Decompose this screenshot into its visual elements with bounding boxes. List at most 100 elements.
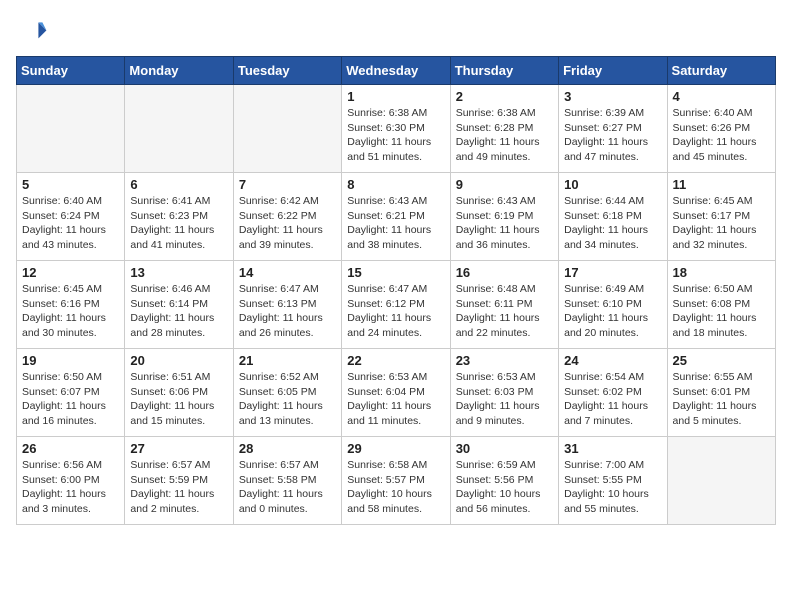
weekday-header: Saturday: [667, 57, 775, 85]
day-number: 15: [347, 265, 444, 280]
day-info: Sunrise: 6:57 AM Sunset: 5:59 PM Dayligh…: [130, 458, 227, 517]
day-number: 10: [564, 177, 661, 192]
day-info: Sunrise: 6:40 AM Sunset: 6:24 PM Dayligh…: [22, 194, 119, 253]
calendar-cell: 10 Sunrise: 6:44 AM Sunset: 6:18 PM Dayli…: [559, 173, 667, 261]
calendar-cell: 30 Sunrise: 6:59 AM Sunset: 5:56 PM Dayli…: [450, 437, 558, 525]
day-info: Sunrise: 6:47 AM Sunset: 6:12 PM Dayligh…: [347, 282, 444, 341]
day-info: Sunrise: 6:57 AM Sunset: 5:58 PM Dayligh…: [239, 458, 336, 517]
day-number: 11: [673, 177, 770, 192]
calendar-cell: 6Sunrise: 6:41 AM Sunset: 6:23 PM Daylig…: [125, 173, 233, 261]
calendar-cell: 9 Sunrise: 6:43 AM Sunset: 6:19 PM Daylig…: [450, 173, 558, 261]
calendar-cell: 14 Sunrise: 6:47 AM Sunset: 6:13 PM Dayli…: [233, 261, 341, 349]
day-number: 27: [130, 441, 227, 456]
page-header: [16, 16, 776, 48]
day-number: 3: [564, 89, 661, 104]
calendar-cell: 31 Sunrise: 7:00 AM Sunset: 5:55 PM Dayli…: [559, 437, 667, 525]
day-number: 22: [347, 353, 444, 368]
day-info: Sunrise: 6:39 AM Sunset: 6:27 PM Dayligh…: [564, 106, 661, 165]
calendar-cell: 15 Sunrise: 6:47 AM Sunset: 6:12 PM Dayli…: [342, 261, 450, 349]
day-number: 20: [130, 353, 227, 368]
day-info: Sunrise: 6:48 AM Sunset: 6:11 PM Dayligh…: [456, 282, 553, 341]
calendar-week-row: 19 Sunrise: 6:50 AM Sunset: 6:07 PM Dayli…: [17, 349, 776, 437]
calendar-cell: 3 Sunrise: 6:39 AM Sunset: 6:27 PM Daylig…: [559, 85, 667, 173]
day-info: Sunrise: 6:45 AM Sunset: 6:16 PM Dayligh…: [22, 282, 119, 341]
day-number: 14: [239, 265, 336, 280]
day-number: 16: [456, 265, 553, 280]
day-number: 9: [456, 177, 553, 192]
logo-icon: [16, 16, 48, 48]
day-info: Sunrise: 6:49 AM Sunset: 6:10 PM Dayligh…: [564, 282, 661, 341]
calendar-cell: 27 Sunrise: 6:57 AM Sunset: 5:59 PM Dayli…: [125, 437, 233, 525]
calendar-cell: 13 Sunrise: 6:46 AM Sunset: 6:14 PM Dayli…: [125, 261, 233, 349]
calendar-cell: [125, 85, 233, 173]
calendar-cell: 28 Sunrise: 6:57 AM Sunset: 5:58 PM Dayli…: [233, 437, 341, 525]
day-info: Sunrise: 6:45 AM Sunset: 6:17 PM Dayligh…: [673, 194, 770, 253]
day-number: 28: [239, 441, 336, 456]
weekday-header: Thursday: [450, 57, 558, 85]
day-info: Sunrise: 6:51 AM Sunset: 6:06 PM Dayligh…: [130, 370, 227, 429]
day-info: Sunrise: 6:44 AM Sunset: 6:18 PM Dayligh…: [564, 194, 661, 253]
day-info: Sunrise: 6:38 AM Sunset: 6:30 PM Dayligh…: [347, 106, 444, 165]
calendar-week-row: 12 Sunrise: 6:45 AM Sunset: 6:16 PM Dayli…: [17, 261, 776, 349]
day-number: 26: [22, 441, 119, 456]
day-number: 19: [22, 353, 119, 368]
weekday-header: Monday: [125, 57, 233, 85]
calendar-cell: 18 Sunrise: 6:50 AM Sunset: 6:08 PM Dayli…: [667, 261, 775, 349]
calendar-cell: 11 Sunrise: 6:45 AM Sunset: 6:17 PM Dayli…: [667, 173, 775, 261]
day-info: Sunrise: 7:00 AM Sunset: 5:55 PM Dayligh…: [564, 458, 661, 517]
day-number: 30: [456, 441, 553, 456]
day-info: Sunrise: 6:58 AM Sunset: 5:57 PM Dayligh…: [347, 458, 444, 517]
day-number: 6: [130, 177, 227, 192]
calendar-cell: 29 Sunrise: 6:58 AM Sunset: 5:57 PM Dayli…: [342, 437, 450, 525]
calendar-cell: 17 Sunrise: 6:49 AM Sunset: 6:10 PM Dayli…: [559, 261, 667, 349]
day-info: Sunrise: 6:59 AM Sunset: 5:56 PM Dayligh…: [456, 458, 553, 517]
day-number: 5: [22, 177, 119, 192]
calendar-cell: 8Sunrise: 6:43 AM Sunset: 6:21 PM Daylig…: [342, 173, 450, 261]
day-info: Sunrise: 6:50 AM Sunset: 6:08 PM Dayligh…: [673, 282, 770, 341]
weekday-header: Tuesday: [233, 57, 341, 85]
day-number: 12: [22, 265, 119, 280]
day-number: 23: [456, 353, 553, 368]
calendar-cell: 20 Sunrise: 6:51 AM Sunset: 6:06 PM Dayli…: [125, 349, 233, 437]
day-number: 17: [564, 265, 661, 280]
weekday-header: Sunday: [17, 57, 125, 85]
day-info: Sunrise: 6:56 AM Sunset: 6:00 PM Dayligh…: [22, 458, 119, 517]
weekday-header: Friday: [559, 57, 667, 85]
calendar-cell: 7 Sunrise: 6:42 AM Sunset: 6:22 PM Daylig…: [233, 173, 341, 261]
calendar-cell: 2 Sunrise: 6:38 AM Sunset: 6:28 PM Daylig…: [450, 85, 558, 173]
day-number: 18: [673, 265, 770, 280]
day-info: Sunrise: 6:46 AM Sunset: 6:14 PM Dayligh…: [130, 282, 227, 341]
day-info: Sunrise: 6:52 AM Sunset: 6:05 PM Dayligh…: [239, 370, 336, 429]
day-number: 29: [347, 441, 444, 456]
day-info: Sunrise: 6:40 AM Sunset: 6:26 PM Dayligh…: [673, 106, 770, 165]
calendar-week-row: 26 Sunrise: 6:56 AM Sunset: 6:00 PM Dayli…: [17, 437, 776, 525]
calendar-cell: 25Sunrise: 6:55 AM Sunset: 6:01 PM Dayli…: [667, 349, 775, 437]
day-number: 2: [456, 89, 553, 104]
day-info: Sunrise: 6:53 AM Sunset: 6:03 PM Dayligh…: [456, 370, 553, 429]
day-number: 31: [564, 441, 661, 456]
day-number: 13: [130, 265, 227, 280]
logo: [16, 16, 52, 48]
calendar-week-row: 1 Sunrise: 6:38 AM Sunset: 6:30 PM Daylig…: [17, 85, 776, 173]
day-info: Sunrise: 6:42 AM Sunset: 6:22 PM Dayligh…: [239, 194, 336, 253]
calendar-cell: [17, 85, 125, 173]
calendar-cell: 26 Sunrise: 6:56 AM Sunset: 6:00 PM Dayli…: [17, 437, 125, 525]
calendar-cell: 1 Sunrise: 6:38 AM Sunset: 6:30 PM Daylig…: [342, 85, 450, 173]
day-number: 1: [347, 89, 444, 104]
day-info: Sunrise: 6:50 AM Sunset: 6:07 PM Dayligh…: [22, 370, 119, 429]
day-info: Sunrise: 6:38 AM Sunset: 6:28 PM Dayligh…: [456, 106, 553, 165]
day-number: 21: [239, 353, 336, 368]
calendar-cell: 22Sunrise: 6:53 AM Sunset: 6:04 PM Dayli…: [342, 349, 450, 437]
day-info: Sunrise: 6:47 AM Sunset: 6:13 PM Dayligh…: [239, 282, 336, 341]
calendar-cell: 23 Sunrise: 6:53 AM Sunset: 6:03 PM Dayli…: [450, 349, 558, 437]
day-info: Sunrise: 6:43 AM Sunset: 6:19 PM Dayligh…: [456, 194, 553, 253]
calendar-cell: 12 Sunrise: 6:45 AM Sunset: 6:16 PM Dayli…: [17, 261, 125, 349]
calendar-cell: 16 Sunrise: 6:48 AM Sunset: 6:11 PM Dayli…: [450, 261, 558, 349]
day-number: 24: [564, 353, 661, 368]
calendar-cell: 5 Sunrise: 6:40 AM Sunset: 6:24 PM Daylig…: [17, 173, 125, 261]
calendar-cell: 24Sunrise: 6:54 AM Sunset: 6:02 PM Dayli…: [559, 349, 667, 437]
weekday-header: Wednesday: [342, 57, 450, 85]
day-number: 7: [239, 177, 336, 192]
calendar-cell: [233, 85, 341, 173]
calendar-cell: 19 Sunrise: 6:50 AM Sunset: 6:07 PM Dayli…: [17, 349, 125, 437]
